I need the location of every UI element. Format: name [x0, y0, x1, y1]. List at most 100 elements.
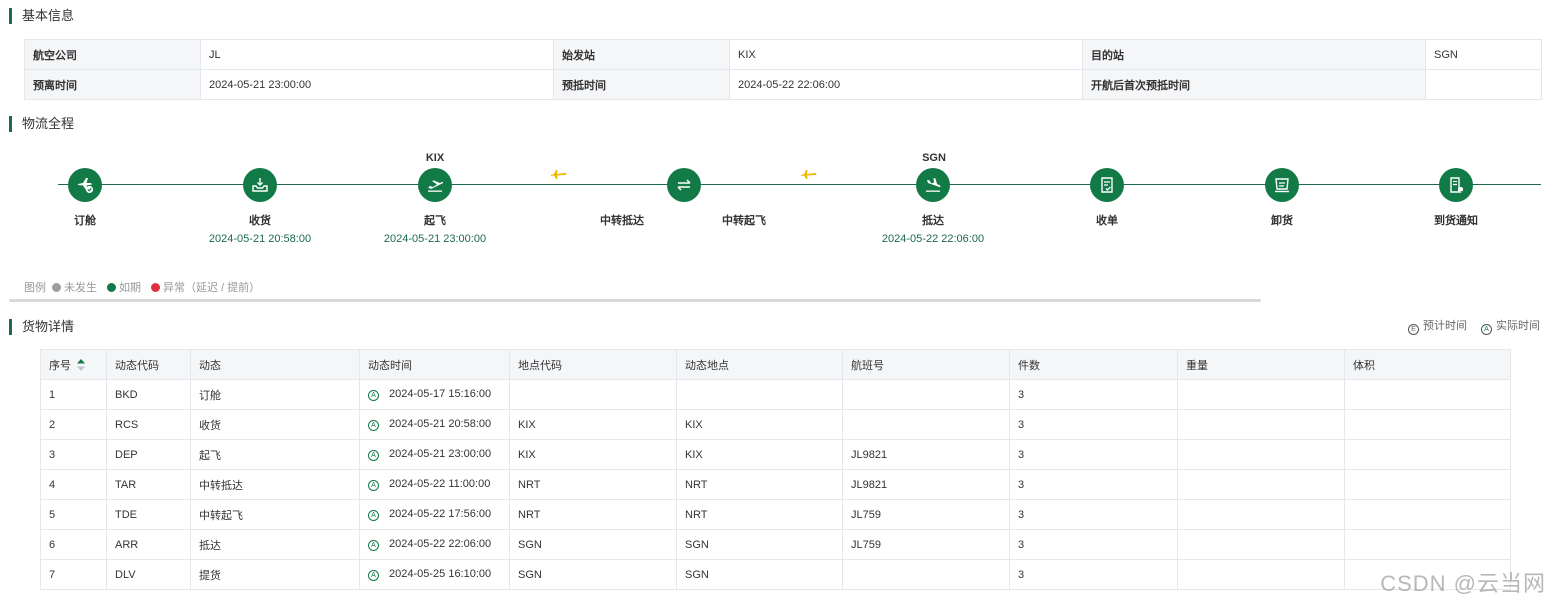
cell-location: SGN [676, 559, 843, 590]
cell-location-code: SGN [509, 529, 677, 560]
cell-pieces: 3 [1009, 409, 1178, 440]
timeline-label-departure: 起飞 [424, 215, 446, 227]
takeoff-icon [428, 180, 444, 192]
airplane-mini-icon [801, 170, 817, 179]
cell-flight [842, 379, 1010, 410]
cell-seq: 7 [40, 559, 107, 590]
cell-location: NRT [676, 469, 843, 500]
table-row: 2 RCS 收货 A 2024-05-21 20:58:00 KIX KIX 3 [40, 409, 1511, 440]
cell-status: 中转抵达 [190, 469, 360, 500]
cell-status: 抵达 [190, 529, 360, 560]
section-title-logistics: 物流全程 [9, 116, 74, 132]
timeline-node-notice[interactable] [1439, 168, 1473, 202]
column-header-pieces: 件数 [1009, 349, 1178, 380]
destination-label: 目的站 [1082, 39, 1426, 70]
timeline-node-arrival[interactable] [916, 168, 950, 202]
timeline-node-document[interactable] [1090, 168, 1124, 202]
horizontal-scrollbar[interactable] [9, 299, 1261, 302]
cell-location: SGN [676, 529, 843, 560]
actual-time-icon: A [368, 570, 379, 581]
timeline-node-unload[interactable] [1265, 168, 1299, 202]
cell-weight [1177, 529, 1345, 560]
column-header-code: 动态代码 [106, 349, 191, 380]
plane-check-icon [78, 178, 94, 194]
cell-pieces: 3 [1009, 379, 1178, 410]
cell-pieces: 3 [1009, 469, 1178, 500]
landing-icon [926, 178, 941, 192]
timeline-node-booking[interactable] [68, 168, 102, 202]
green-dot-icon [107, 283, 116, 292]
legend-title: 图例 [24, 282, 46, 294]
timeline-label-unload: 卸货 [1271, 215, 1293, 227]
cell-volume [1344, 529, 1511, 560]
cell-location-code: KIX [509, 409, 677, 440]
origin-label: 始发站 [553, 39, 730, 70]
document-check-icon [1101, 177, 1113, 193]
cell-time: A 2024-05-22 17:56:00 [359, 499, 510, 530]
cell-code: TAR [106, 469, 191, 500]
timeline-node-transfer[interactable] [667, 168, 701, 202]
cell-seq: 6 [40, 529, 107, 560]
timeline-track [58, 184, 1541, 185]
cell-seq: 5 [40, 499, 107, 530]
time-type-legend: E 预计时间 A 实际时间 [1408, 317, 1540, 335]
cell-location-code [509, 379, 677, 410]
actual-time-icon: A [368, 420, 379, 431]
timeline-code-departure: KIX [425, 152, 445, 164]
table-row: 7 DLV 提货 A 2024-05-25 16:10:00 SGN SGN 3 [40, 559, 1511, 590]
cell-time: A 2024-05-21 20:58:00 [359, 409, 510, 440]
cell-volume [1344, 379, 1511, 410]
timeline-time-arrival: 2024-05-22 22:06:00 [881, 233, 985, 245]
actual-time-icon: A [1481, 324, 1492, 335]
cell-time: A 2024-05-25 16:10:00 [359, 559, 510, 590]
timeline-node-receive[interactable] [243, 168, 277, 202]
cell-flight: JL9821 [842, 469, 1010, 500]
column-header-location-code: 地点代码 [509, 349, 677, 380]
cell-time: A 2024-05-21 23:00:00 [359, 439, 510, 470]
cell-flight: JL759 [842, 499, 1010, 530]
gray-dot-icon [52, 283, 61, 292]
cell-seq: 3 [40, 439, 107, 470]
cell-flight [842, 559, 1010, 590]
airplane-mini-icon [551, 170, 567, 179]
cargo-detail-table: 序号 动态代码 动态 动态时间 地点代码 动态地点 航班号 件数 重量 体积 1… [40, 349, 1511, 590]
timeline-label-notice: 到货通知 [1434, 215, 1478, 227]
cell-location-code: SGN [509, 559, 677, 590]
actual-time-icon: A [368, 390, 379, 401]
watermark: CSDN @云当网 [1380, 571, 1546, 596]
cell-weight [1177, 439, 1345, 470]
cell-weight [1177, 559, 1345, 590]
legend-item-on-time: 如期 [107, 279, 141, 295]
estimated-time-icon: E [1408, 324, 1419, 335]
origin-value: KIX [729, 39, 1083, 70]
basic-info-table: 航空公司 JL 始发站 KIX 目的站 SGN 预离时间 2024-05-21 … [24, 39, 1542, 100]
airline-label: 航空公司 [24, 39, 201, 70]
cell-volume [1344, 469, 1511, 500]
cell-volume [1344, 499, 1511, 530]
cell-status: 起飞 [190, 439, 360, 470]
cell-location-code: KIX [509, 439, 677, 470]
cell-code: ARR [106, 529, 191, 560]
section-title-cargo-detail: 货物详情 [9, 319, 74, 335]
cell-code: BKD [106, 379, 191, 410]
timeline-time-departure: 2024-05-21 23:00:00 [383, 233, 487, 245]
cell-weight [1177, 409, 1345, 440]
column-header-volume: 体积 [1344, 349, 1511, 380]
first-eta-value [1425, 69, 1542, 100]
etd-value: 2024-05-21 23:00:00 [200, 69, 554, 100]
actual-time-icon: A [368, 450, 379, 461]
timeline-time-receive: 2024-05-21 20:58:00 [208, 233, 312, 245]
sort-icon[interactable] [77, 358, 85, 371]
cell-code: DLV [106, 559, 191, 590]
actual-time-icon: A [368, 480, 379, 491]
first-eta-label: 开航后首次预抵时间 [1082, 69, 1426, 100]
cell-status: 收货 [190, 409, 360, 440]
status-legend: 图例 未发生 如期 异常（延迟 / 提前） [24, 279, 264, 295]
cell-location-code: NRT [509, 499, 677, 530]
column-header-seq[interactable]: 序号 [40, 349, 107, 380]
timeline-label-receive: 收货 [249, 215, 271, 227]
cell-time: A 2024-05-22 22:06:00 [359, 529, 510, 560]
actual-time-icon: A [368, 510, 379, 521]
timeline-node-departure[interactable] [418, 168, 452, 202]
cell-volume [1344, 409, 1511, 440]
